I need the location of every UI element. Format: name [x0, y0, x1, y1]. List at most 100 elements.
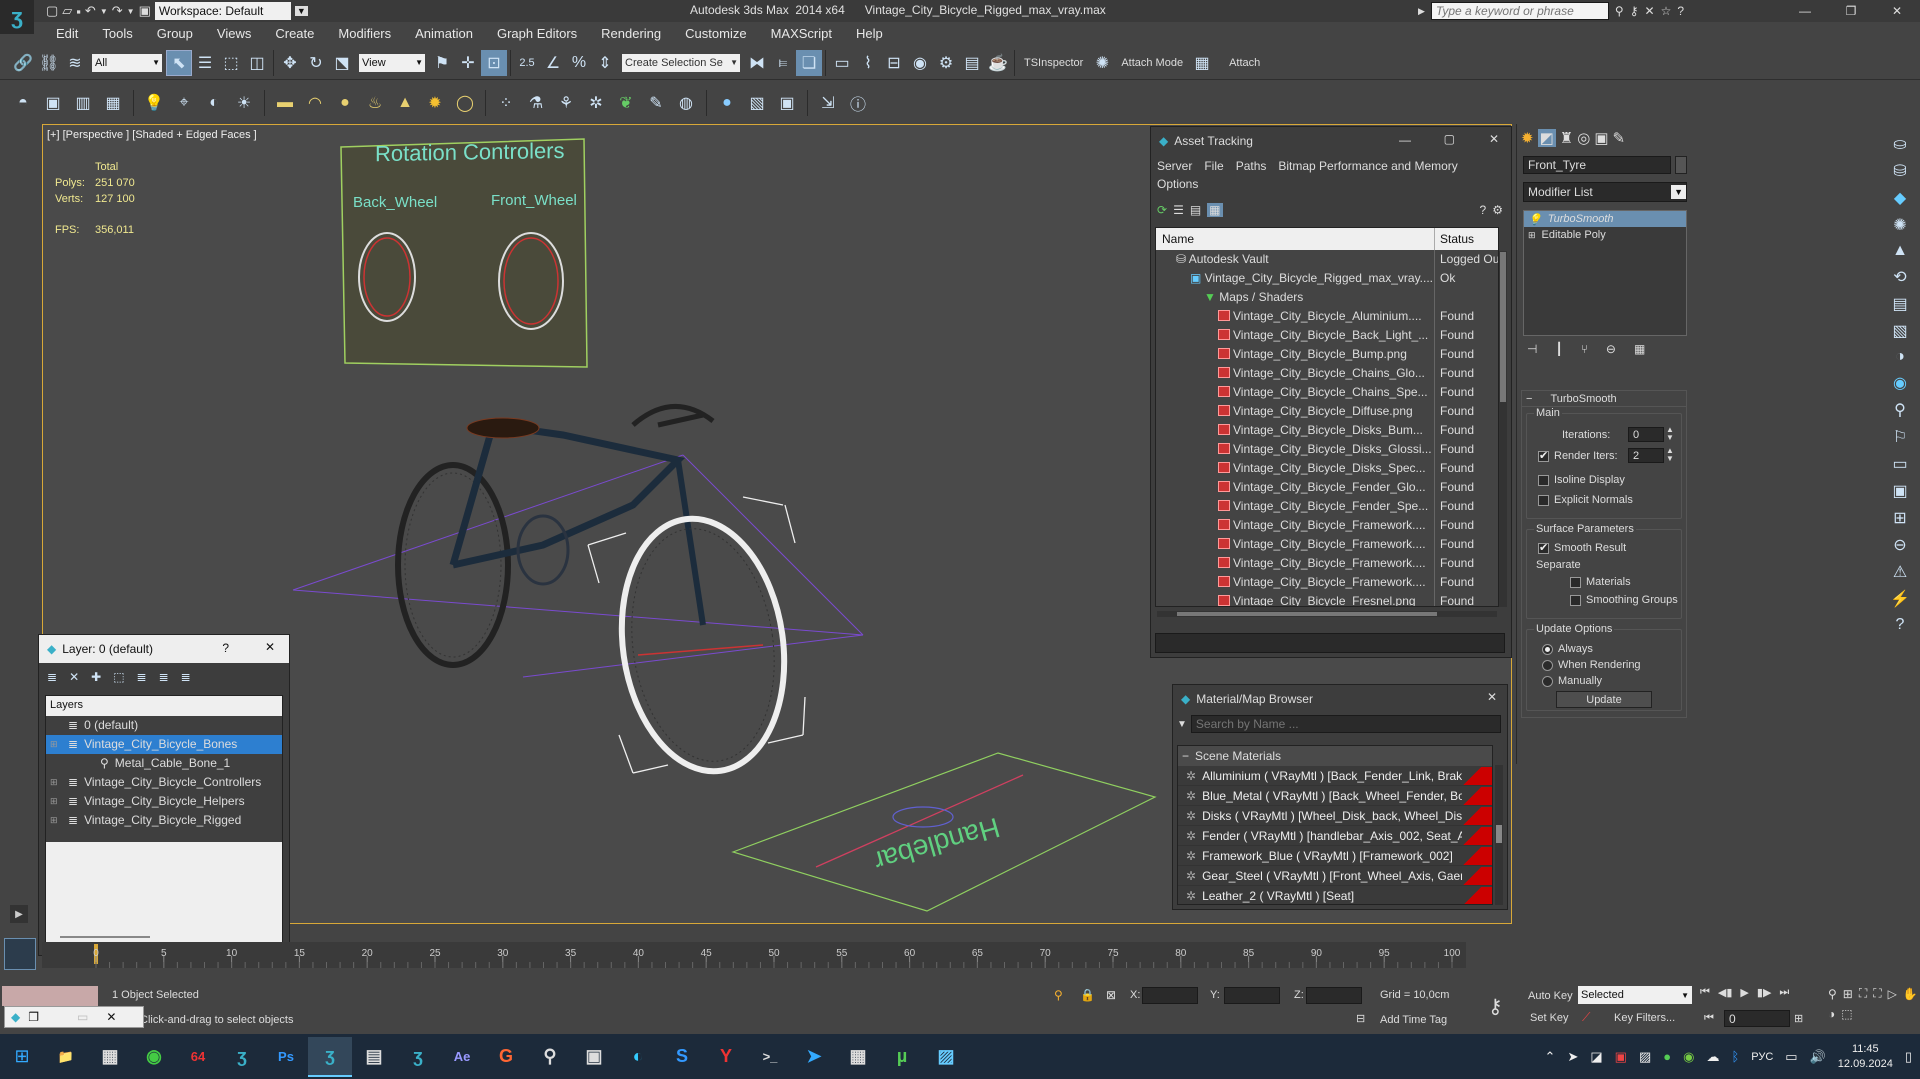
asset-row[interactable]: ▣ Vintage_City_Bicycle_Rigged_max_vray..…: [1156, 269, 1498, 288]
material-editor-icon[interactable]: ◉: [907, 50, 933, 76]
layer-help-button[interactable]: ?: [222, 641, 229, 655]
checker-icon[interactable]: ▦: [1189, 50, 1215, 76]
refresh-icon[interactable]: ⟳: [1157, 203, 1167, 217]
update-button[interactable]: Update: [1556, 691, 1652, 708]
menu-group[interactable]: Group: [145, 24, 205, 44]
lightbulb-icon[interactable]: 💡: [1528, 213, 1542, 226]
strip-icon-9[interactable]: ◑: [1895, 348, 1905, 366]
time-tag-icon[interactable]: ⊟: [1356, 1012, 1365, 1025]
rotation-controls-board[interactable]: [340, 138, 588, 368]
hierarchy-tab-icon[interactable]: ♜: [1560, 129, 1573, 147]
always-radio[interactable]: [1542, 644, 1553, 655]
taskbar-file-explorer-icon[interactable]: 📁: [44, 1037, 88, 1077]
tray-overflow-icon[interactable]: ⌃: [1545, 1049, 1556, 1065]
close-icon[interactable]: ✕: [265, 640, 275, 654]
strip-icon-19[interactable]: ?: [1896, 616, 1905, 634]
communication-icon[interactable]: ✕: [1645, 4, 1655, 18]
iterations-input[interactable]: [1628, 427, 1664, 442]
unlink-icon[interactable]: ⛓: [36, 50, 62, 76]
key-set-dropdown[interactable]: Selected ▼: [1578, 986, 1692, 1004]
plane-icon[interactable]: ▬: [272, 90, 298, 116]
time-config-button[interactable]: [4, 938, 36, 970]
minimize-icon[interactable]: ▭: [77, 1010, 88, 1024]
project-icon[interactable]: ▣: [139, 3, 151, 19]
tsinspector-button[interactable]: TSInspector: [1024, 57, 1083, 69]
minimize-icon[interactable]: —: [1782, 4, 1828, 18]
asset-row[interactable]: Vintage_City_Bicycle_Chains_Glo... Found: [1156, 364, 1498, 383]
search-options-icon[interactable]: ▼: [1177, 719, 1187, 730]
asset-hscroll-thumb[interactable]: [1177, 612, 1437, 616]
select-by-name-icon[interactable]: ☰: [192, 50, 218, 76]
column-name[interactable]: Name: [1156, 228, 1434, 250]
close-icon[interactable]: ✕: [1874, 4, 1920, 18]
menu-help[interactable]: Help: [844, 24, 895, 44]
create-tab-icon[interactable]: ✹: [1521, 129, 1534, 147]
rollout-header[interactable]: − TurboSmooth: [1522, 391, 1686, 407]
sun-icon[interactable]: ✹: [422, 90, 448, 116]
strip-icon-10[interactable]: ◉: [1893, 373, 1907, 393]
rendered-frame-icon[interactable]: ▤: [959, 50, 985, 76]
tray-nvidia-icon[interactable]: ◉: [1683, 1049, 1694, 1065]
play-icon[interactable]: ▶: [1740, 986, 1748, 999]
asset-row[interactable]: ⛁ Autodesk Vault Logged Ou: [1156, 250, 1498, 269]
expand-icon[interactable]: ⊞: [50, 735, 62, 754]
align-icon[interactable]: ⫢: [770, 50, 796, 76]
asset-hscrollbar[interactable]: [1157, 611, 1497, 617]
expand-icon[interactable]: [50, 716, 62, 735]
delete-layer-icon[interactable]: ✕: [69, 670, 79, 684]
taskbar-edge-icon[interactable]: ◐: [616, 1037, 660, 1077]
menu-maxscript[interactable]: MAXScript: [759, 24, 844, 44]
remove-modifier-icon[interactable]: ⊖: [1606, 342, 1616, 356]
shader-ball-icon[interactable]: ◍: [673, 90, 699, 116]
binoculars-icon[interactable]: ⚲: [1615, 4, 1624, 18]
graphite-toggle-icon[interactable]: ▭: [829, 50, 855, 76]
plant-icon[interactable]: ❦: [613, 90, 639, 116]
strip-icon-11[interactable]: ⚲: [1894, 400, 1906, 420]
add-time-tag-button[interactable]: Add Time Tag: [1380, 1014, 1447, 1026]
asset-row[interactable]: Vintage_City_Bicycle_Fender_Glo... Found: [1156, 478, 1498, 497]
menu-tools[interactable]: Tools: [90, 24, 144, 44]
taskbar-calculator-icon[interactable]: ▦: [836, 1037, 880, 1077]
asset-row[interactable]: Vintage_City_Bicycle_Aluminium.... Found: [1156, 307, 1498, 326]
render-production-icon[interactable]: ☕: [985, 50, 1011, 76]
layer-titlebar[interactable]: ◆ Layer: 0 (default) ? ✕: [39, 635, 289, 663]
tray-bluetooth-icon[interactable]: ᛒ: [1731, 1049, 1739, 1064]
favorites-icon[interactable]: ☆: [1661, 4, 1672, 18]
strip-icon-14[interactable]: ▣: [1892, 481, 1907, 501]
bicycle-model[interactable]: [395, 404, 715, 668]
layer-row[interactable]: ⊞ ≣ Vintage_City_Bicycle_Bones: [46, 735, 282, 754]
fov-icon[interactable]: ▷: [1888, 987, 1897, 1001]
strip-icon-4[interactable]: ✺: [1893, 215, 1906, 235]
table-view-icon[interactable]: ▦: [1207, 203, 1223, 217]
dome-light-icon[interactable]: ◯: [452, 90, 478, 116]
taskbar-3dsmax-active-icon[interactable]: ʒ: [308, 1036, 352, 1077]
make-unique-icon[interactable]: ⑂: [1581, 342, 1588, 356]
auto-key-button[interactable]: Auto Key: [1528, 990, 1573, 1002]
highlight-layer-icon[interactable]: ≣: [137, 670, 147, 684]
show-end-result-icon[interactable]: ┃: [1555, 342, 1562, 356]
detail-view-icon[interactable]: ▤: [1190, 203, 1201, 217]
zoom-all-icon[interactable]: ⊞: [1843, 987, 1853, 1001]
close-icon[interactable]: ✕: [1489, 132, 1499, 146]
display-icon[interactable]: ▭: [1785, 1049, 1797, 1065]
render-setup-icon[interactable]: ⚙: [933, 50, 959, 76]
attach-button[interactable]: Attach: [1229, 57, 1260, 69]
image-icon[interactable]: ▧: [744, 90, 770, 116]
asset-row[interactable]: Vintage_City_Bicycle_Back_Light_... Found: [1156, 326, 1498, 345]
curve-editor-icon[interactable]: ⌇: [855, 50, 881, 76]
named-selection-dropdown[interactable]: Create Selection Se ▼: [622, 53, 740, 72]
strip-icon-17[interactable]: ⚠: [1893, 562, 1907, 582]
proxy-icon[interactable]: ⚗: [523, 90, 549, 116]
strip-icon-7[interactable]: ▤: [1892, 294, 1907, 314]
mesh-icon[interactable]: ✲: [583, 90, 609, 116]
layer-row[interactable]: ⊞ ≣ Vintage_City_Bicycle_Helpers: [46, 792, 282, 811]
asset-scrollbar[interactable]: [1499, 251, 1507, 607]
expand-icon[interactable]: ⊞: [1528, 230, 1536, 241]
object-color-swatch[interactable]: [1675, 156, 1687, 174]
dome-icon[interactable]: ◠: [302, 90, 328, 116]
hair-icon[interactable]: ✎: [643, 90, 669, 116]
material-row[interactable]: ✲ Leather_2 ( VRayMtl ) [Seat]: [1178, 886, 1492, 904]
menu-graph-editors[interactable]: Graph Editors: [485, 24, 589, 44]
modify-tab-icon[interactable]: ◩: [1537, 129, 1556, 147]
scale-icon[interactable]: ⬔: [329, 50, 355, 76]
